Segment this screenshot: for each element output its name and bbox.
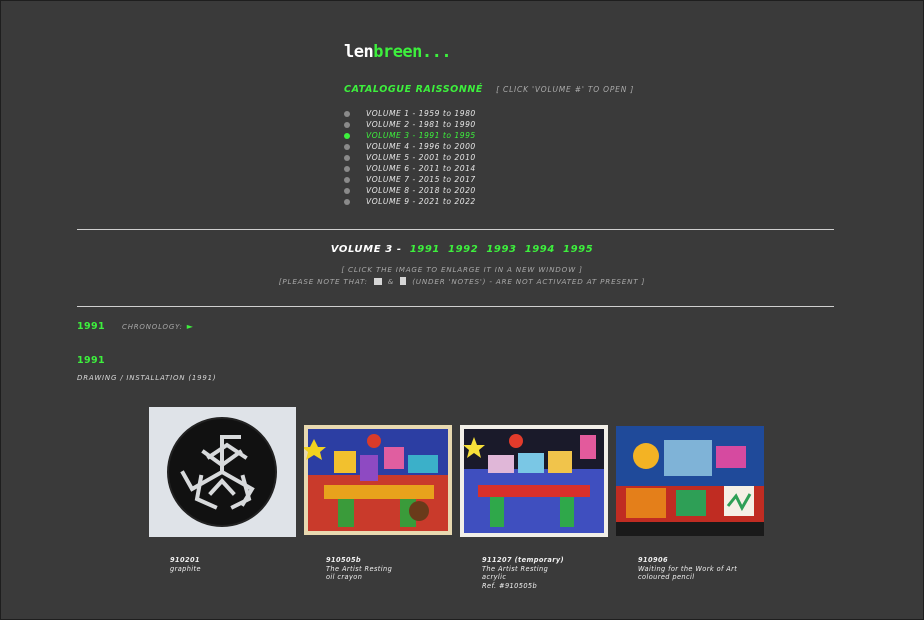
bullet-icon [344,176,350,183]
volume-heading-prefix: VOLUME 3 - [330,244,402,255]
divider [77,229,834,230]
artwork-caption-911207: 911207 (temporary) The Artist Resting ac… [482,556,565,590]
year-link-1992[interactable]: 1992 [448,244,478,255]
catalogue-title: CATALOGUE RAISSONNÉ [344,84,484,95]
artwork-thumbnail-910505b[interactable] [302,425,452,539]
artwork-caption-910201: 910201 graphite [170,556,201,573]
bullet-icon [344,198,350,205]
waiting-artwork-image [616,426,764,536]
year-link-1994[interactable]: 1994 [525,244,555,255]
volume-link-2[interactable]: VOLUME 2 - 1981 to 1990 [344,119,476,130]
volume-heading: VOLUME 3 - 1991 1992 1993 1994 1995 [0,244,924,255]
subsection-year: 1991 [77,355,106,366]
year-link-1991[interactable]: 1991 [410,244,440,255]
bullet-icon [344,187,350,194]
volume-link-4[interactable]: VOLUME 4 - 1996 to 2000 [344,141,476,152]
bullet-icon [344,143,350,150]
artist-resting-artwork-image [302,425,452,535]
artwork-caption-910505b: 910505b The Artist Resting oil crayon [326,556,393,582]
volume-link-7[interactable]: VOLUME 7 - 2015 to 2017 [344,174,476,185]
bullet-icon [344,132,350,139]
artist-resting-acrylic-image [460,425,608,537]
volume-link-9[interactable]: VOLUME 9 - 2021 to 2022 [344,196,476,207]
year-link-1993[interactable]: 1993 [486,244,516,255]
volume-link-6[interactable]: VOLUME 6 - 2011 to 2014 [344,163,476,174]
subsection-title: DRAWING / INSTALLATION (1991) [77,374,217,382]
catalogue-note: [ CLICK 'VOLUME #' TO OPEN ] [496,85,635,94]
chronology-link[interactable]: CHRONOLOGY: ► [122,322,194,331]
notes-disclaimer: [PLEASE NOTE THAT: & (UNDER 'NOTES') - ARE… [278,277,646,286]
artwork-thumbnail-910906[interactable] [616,426,764,540]
play-arrow-icon[interactable]: ► [187,322,194,331]
logo-part-len: len [344,42,374,62]
catalogue-header: CATALOGUE RAISSONNÉ [ CLICK 'VOLUME #' T… [344,77,634,96]
bullet-icon [344,121,350,128]
artwork-caption-910906: 910906 Waiting for the Work of Art colou… [638,556,738,582]
logo-part-breen: breen... [373,42,452,62]
divider [77,306,834,307]
volume-link-3[interactable]: VOLUME 3 - 1991 to 1995 [344,130,476,141]
volume-link-5[interactable]: VOLUME 5 - 2001 to 2010 [344,152,476,163]
year-heading: 1991 [77,321,106,332]
year-link-1995[interactable]: 1995 [563,244,593,255]
click-image-note: [ CLICK THE IMAGE TO ENLARGE IT IN A NEW… [341,265,583,274]
document-icon [400,277,407,285]
pinwheel-artwork-image [149,407,296,537]
volume-link-8[interactable]: VOLUME 8 - 2018 to 2020 [344,185,476,196]
bullet-icon [344,110,350,117]
bullet-icon [344,165,350,172]
volume-list: VOLUME 1 - 1959 to 1980 VOLUME 2 - 1981 … [344,108,476,207]
volume-link-1[interactable]: VOLUME 1 - 1959 to 1980 [344,108,476,119]
bullet-icon [344,154,350,161]
artwork-thumbnail-911207[interactable] [460,425,608,541]
artwork-thumbnail-910201[interactable] [149,407,296,541]
camera-icon [373,278,382,285]
site-logo[interactable]: lenbreen... [344,42,452,62]
